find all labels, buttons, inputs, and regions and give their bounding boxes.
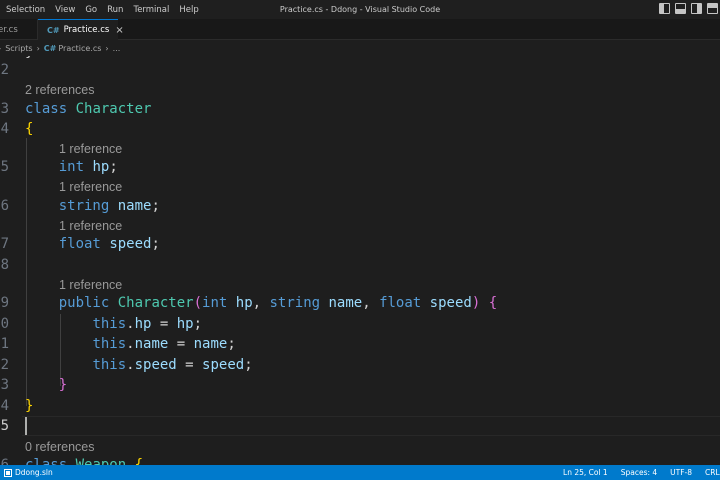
tab-practice-cs[interactable]: C# Practice.cs ×: [38, 19, 124, 40]
menu-go[interactable]: Go: [85, 5, 97, 15]
line-number: 2: [0, 62, 9, 78]
menu-terminal[interactable]: Terminal: [133, 5, 169, 15]
code-line-open-brace: {: [25, 121, 34, 137]
solution-name[interactable]: Ddong.sln: [15, 468, 53, 477]
breadcrumb-symbol[interactable]: ...: [113, 44, 121, 53]
codelens-class-references[interactable]: 2 references: [25, 82, 94, 98]
solution-icon: [4, 468, 12, 477]
layout-controls: [659, 3, 718, 14]
codelens-name-references[interactable]: 1 reference: [59, 179, 122, 195]
title-bar: Selection View Go Run Terminal Help Prac…: [0, 0, 720, 19]
code-editor[interactable]: } 2 3 4 5 6 7 8 9 0 1 2 3 4 5 6 2 refere…: [0, 56, 720, 465]
menu-run[interactable]: Run: [107, 5, 123, 15]
line-number: 7: [0, 236, 9, 252]
tab-inactive-file[interactable]: er.cs: [0, 19, 38, 40]
breadcrumb-folder[interactable]: Scripts: [5, 44, 32, 53]
code-line-field-hp: int hp;: [58, 159, 118, 175]
status-bar-right: Ln 25, Col 1 Spaces: 4 UTF-8 CRLF: [550, 465, 720, 480]
line-number: 9: [0, 295, 9, 311]
code-line-field-speed: float speed;: [58, 236, 160, 252]
cursor-position[interactable]: Ln 25, Col 1: [563, 468, 608, 477]
line-number: 4: [0, 398, 9, 414]
code-line-ctor-close: }: [58, 377, 68, 393]
codelens-weapon-references[interactable]: 0 references: [25, 439, 94, 455]
line-number: 3: [0, 377, 9, 393]
breadcrumb: › Scripts › C# Practice.cs › ...: [0, 40, 720, 56]
line-number: 4: [0, 121, 9, 137]
tab-active-label: Practice.cs: [63, 25, 110, 35]
code-line-assign-speed: this.speed = speed;: [92, 357, 253, 373]
breadcrumb-sep: ›: [36, 43, 40, 53]
line-number: 6: [0, 198, 9, 214]
line-number-current: 5: [0, 418, 9, 434]
line-number-gutter: 2 3 4 5 6 7 8 9 0 1 2 3 4 5 6: [0, 56, 22, 465]
menu-view[interactable]: View: [55, 5, 75, 15]
customize-layout-icon[interactable]: [707, 3, 718, 14]
code-line-class-decl: class Character: [25, 101, 152, 117]
line-number: 0: [0, 316, 9, 332]
current-line-highlight: [22, 416, 720, 436]
code-line-constructor: public Character(int hp, string name, fl…: [58, 295, 498, 311]
tab-bar: er.cs C# Practice.cs ×: [0, 19, 720, 40]
codelens-constructor-references[interactable]: 1 reference: [59, 277, 122, 293]
codelens-speed-references[interactable]: 1 reference: [59, 218, 122, 234]
line-number: 8: [0, 257, 9, 273]
toggle-secondary-sidebar-icon[interactable]: [691, 3, 702, 14]
code-line-class-close: }: [25, 398, 34, 414]
line-number: 6: [0, 457, 9, 465]
breadcrumb-sep: ›: [105, 43, 109, 53]
codelens-hp-references[interactable]: 1 reference: [59, 141, 122, 157]
code-line-assign-hp: this.hp = hp;: [92, 316, 203, 332]
code-line-weapon-decl: class Weapon {: [25, 457, 144, 465]
status-bar-left: Ddong.sln: [4, 465, 53, 480]
code-line-partial-top: }: [25, 56, 33, 62]
close-icon[interactable]: ×: [115, 25, 123, 36]
menu-bar: Selection View Go Run Terminal Help: [6, 0, 209, 19]
tab-inactive-label: er.cs: [0, 24, 18, 35]
line-number: 5: [0, 159, 9, 175]
toggle-primary-sidebar-icon[interactable]: [659, 3, 670, 14]
breadcrumb-sep-lead: ›: [0, 44, 1, 53]
code-line-field-name: string name;: [58, 198, 160, 214]
menu-selection[interactable]: Selection: [6, 5, 45, 15]
line-number: 3: [0, 101, 9, 117]
breadcrumb-file[interactable]: Practice.cs: [58, 44, 101, 53]
indentation-setting[interactable]: Spaces: 4: [621, 468, 657, 477]
line-number: 2: [0, 357, 9, 373]
file-encoding[interactable]: UTF-8: [670, 468, 692, 477]
code-line-assign-name: this.name = name;: [92, 336, 236, 352]
line-number: 1: [0, 336, 9, 352]
csharp-file-icon: C#: [47, 25, 60, 35]
toggle-panel-icon[interactable]: [675, 3, 686, 14]
csharp-file-icon: C#: [43, 43, 57, 53]
text-cursor: [25, 417, 27, 435]
line-ending[interactable]: CRLF: [705, 468, 720, 477]
menu-help[interactable]: Help: [179, 5, 198, 15]
status-bar: Ddong.sln Ln 25, Col 1 Spaces: 4 UTF-8 C…: [0, 465, 720, 480]
